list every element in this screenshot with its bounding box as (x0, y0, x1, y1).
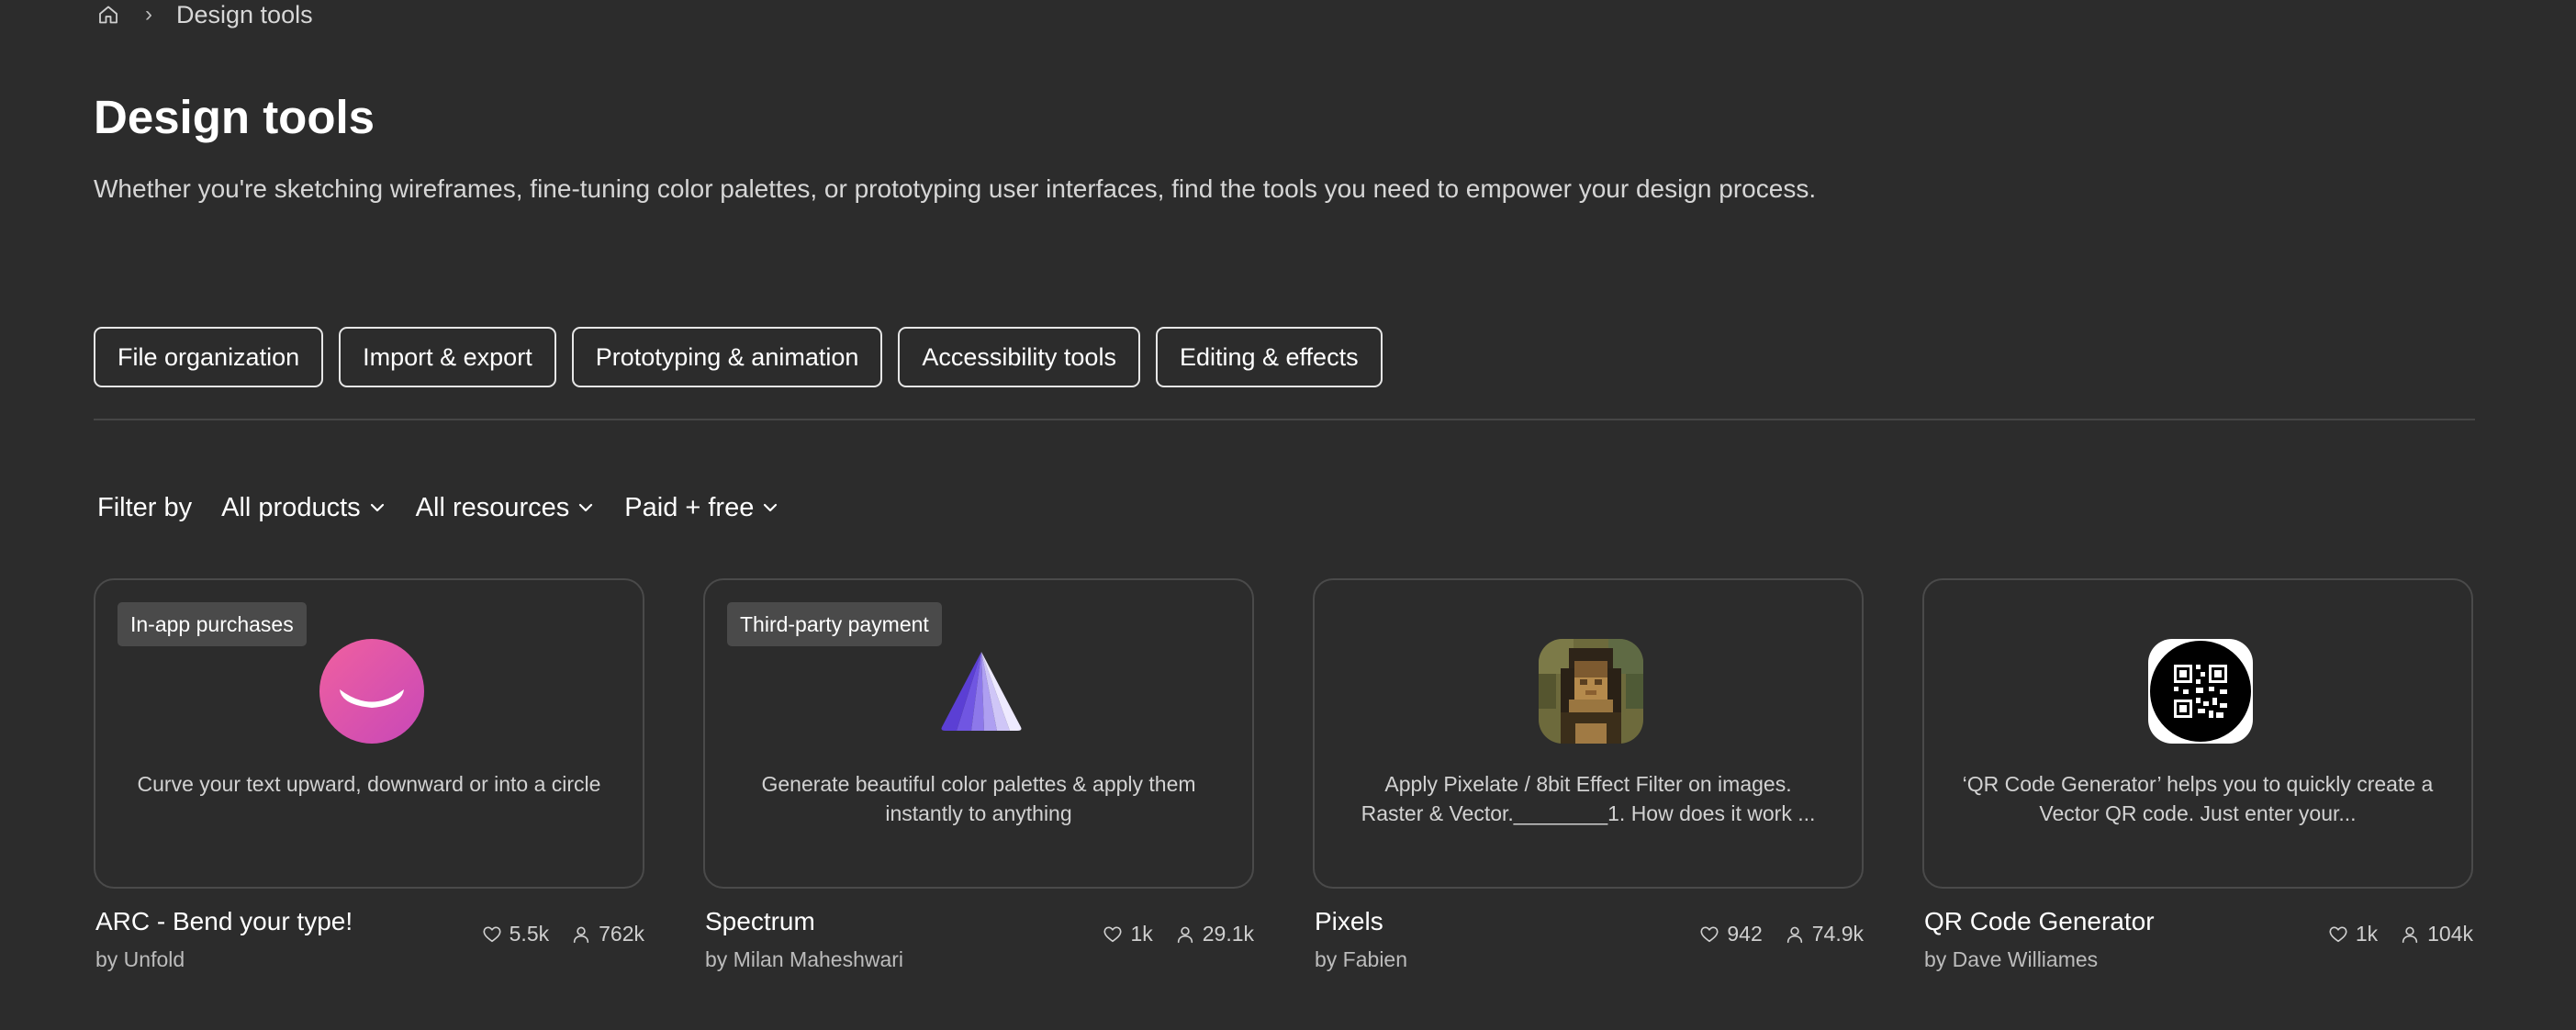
likes-stat[interactable]: 1k (2328, 922, 2378, 946)
third-party-payment-badge: Third-party payment (727, 602, 942, 646)
products-dropdown-label: All products (221, 492, 361, 522)
section-divider (94, 419, 2475, 420)
card-stats: 5.5k 762k (482, 922, 644, 946)
card-title[interactable]: Pixels (1315, 907, 1383, 936)
pricing-dropdown-label: Paid + free (624, 492, 755, 522)
pricing-dropdown[interactable]: Paid + free (624, 493, 779, 523)
card-stats: 942 74.9k (1699, 922, 1864, 946)
user-icon (573, 926, 589, 943)
card-author[interactable]: by Dave Williames (1924, 947, 2098, 972)
spectrum-prism-icon (929, 639, 1034, 744)
pixel-portrait-icon (1539, 639, 1643, 744)
arc-smile-icon (319, 639, 424, 744)
filter-label: Filter by (97, 492, 193, 522)
user-icon (1177, 926, 1193, 943)
card-preview[interactable]: ‘QR Code Generator’ helps you to quickly… (1922, 578, 2473, 889)
plugin-card-qr-code[interactable]: ‘QR Code Generator’ helps you to quickly… (1922, 578, 2473, 980)
likes-stat[interactable]: 942 (1699, 922, 1763, 946)
card-title[interactable]: QR Code Generator (1924, 907, 2155, 936)
likes-count: 942 (1727, 922, 1763, 946)
chip-file-organization[interactable]: File organization (94, 327, 324, 387)
chevron-down-icon (764, 503, 778, 512)
chevron-down-icon (370, 503, 384, 512)
likes-stat[interactable]: 5.5k (482, 922, 549, 946)
users-count: 29.1k (1202, 922, 1254, 946)
heart-icon (2329, 925, 2347, 942)
plugin-card-spectrum[interactable]: Third-party payment Generate beautiful c… (703, 578, 1254, 980)
heart-icon (1700, 925, 1719, 942)
chip-import-export[interactable]: Import & export (339, 327, 556, 387)
likes-count: 1k (1130, 922, 1153, 946)
in-app-purchases-badge: In-app purchases (118, 602, 307, 646)
card-title[interactable]: Spectrum (705, 907, 815, 936)
plugin-card-pixels[interactable]: Apply Pixelate / 8bit Effect Filter on i… (1313, 578, 1864, 980)
users-stat: 74.9k (1785, 922, 1864, 946)
card-description: Generate beautiful color palettes & appl… (761, 772, 1196, 825)
card-author[interactable]: by Fabien (1315, 947, 1407, 972)
likes-count: 5.5k (509, 922, 550, 946)
plugin-card-arc[interactable]: In-app purchases Curve your text upward,… (94, 578, 644, 980)
card-preview[interactable]: Third-party payment Generate beautiful c… (703, 578, 1254, 889)
page-description: Whether you're sketching wireframes, fin… (94, 174, 1817, 203)
user-icon (2402, 926, 2418, 943)
resources-dropdown[interactable]: All resources (416, 493, 596, 523)
card-description: ‘QR Code Generator’ helps you to quickly… (1962, 772, 2434, 825)
resources-dropdown-label: All resources (415, 492, 570, 522)
card-description: Curve your text upward, downward or into… (137, 772, 601, 796)
qr-code-icon (2148, 639, 2253, 744)
card-stats: 1k 29.1k (1103, 922, 1254, 946)
category-chips: File organization Import & export Protot… (94, 327, 1383, 387)
likes-stat[interactable]: 1k (1103, 922, 1153, 946)
chip-prototyping-animation[interactable]: Prototyping & animation (571, 327, 883, 387)
card-stats: 1k 104k (2328, 922, 2473, 946)
products-dropdown[interactable]: All products (221, 493, 386, 523)
chevron-down-icon (579, 503, 593, 512)
page-title: Design tools (94, 91, 375, 143)
card-author[interactable]: by Milan Maheshwari (705, 947, 903, 972)
likes-count: 1k (2355, 922, 2379, 946)
card-author[interactable]: by Unfold (95, 947, 185, 972)
users-count: 762k (599, 922, 644, 946)
users-stat: 762k (571, 922, 644, 946)
heart-icon (1103, 925, 1122, 942)
users-stat: 104k (2400, 922, 2473, 946)
breadcrumb: › Design tools (95, 0, 313, 29)
card-title[interactable]: ARC - Bend your type! (95, 907, 353, 936)
chip-accessibility-tools[interactable]: Accessibility tools (898, 327, 1140, 387)
users-stat: 29.1k (1175, 922, 1254, 946)
card-preview[interactable]: Apply Pixelate / 8bit Effect Filter on i… (1313, 578, 1864, 889)
users-count: 74.9k (1811, 922, 1864, 946)
user-icon (1786, 926, 1802, 943)
home-icon[interactable] (95, 2, 121, 28)
card-preview[interactable]: In-app purchases Curve your text upward,… (94, 578, 644, 889)
heart-icon (483, 925, 501, 942)
users-count: 104k (2427, 922, 2473, 946)
chip-editing-effects[interactable]: Editing & effects (1155, 327, 1383, 387)
breadcrumb-separator: › (145, 2, 152, 27)
plugin-card-grid: In-app purchases Curve your text upward,… (94, 578, 2473, 980)
filter-bar: Filter by All products All resources Pai… (97, 487, 809, 529)
breadcrumb-current: Design tools (176, 0, 313, 28)
card-description: Apply Pixelate / 8bit Effect Filter on i… (1361, 772, 1816, 825)
